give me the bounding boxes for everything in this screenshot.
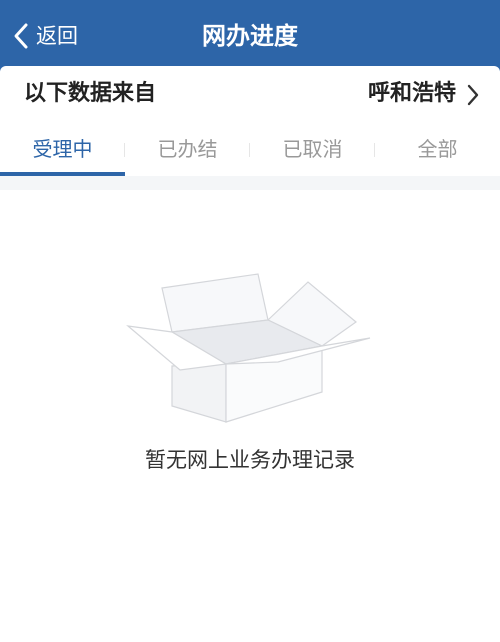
- tab-label: 已取消: [282, 137, 343, 161]
- page-title: 网办进度: [202, 22, 298, 50]
- tab-label: 全部: [417, 137, 458, 161]
- tab-label: 受理中: [32, 137, 93, 161]
- navigation-bar: 返回 网办进度: [0, 0, 500, 72]
- section-divider: [0, 176, 500, 190]
- chevron-right-icon: [466, 84, 480, 110]
- tab-completed[interactable]: 已办结: [125, 122, 250, 176]
- empty-state-message: 暂无网上业务办理记录: [145, 448, 355, 472]
- empty-box-icon: [126, 270, 374, 432]
- data-source-selector[interactable]: 以下数据来自 呼和浩特: [0, 66, 500, 122]
- tab-all[interactable]: 全部: [375, 122, 500, 176]
- tab-label: 已办结: [157, 137, 218, 161]
- tab-processing[interactable]: 受理中: [0, 122, 125, 176]
- status-tabs: 受理中 已办结 已取消 全部: [0, 122, 500, 176]
- tab-cancelled[interactable]: 已取消: [250, 122, 375, 176]
- data-source-city: 呼和浩特: [367, 81, 456, 106]
- data-source-label: 以下数据来自: [24, 81, 157, 106]
